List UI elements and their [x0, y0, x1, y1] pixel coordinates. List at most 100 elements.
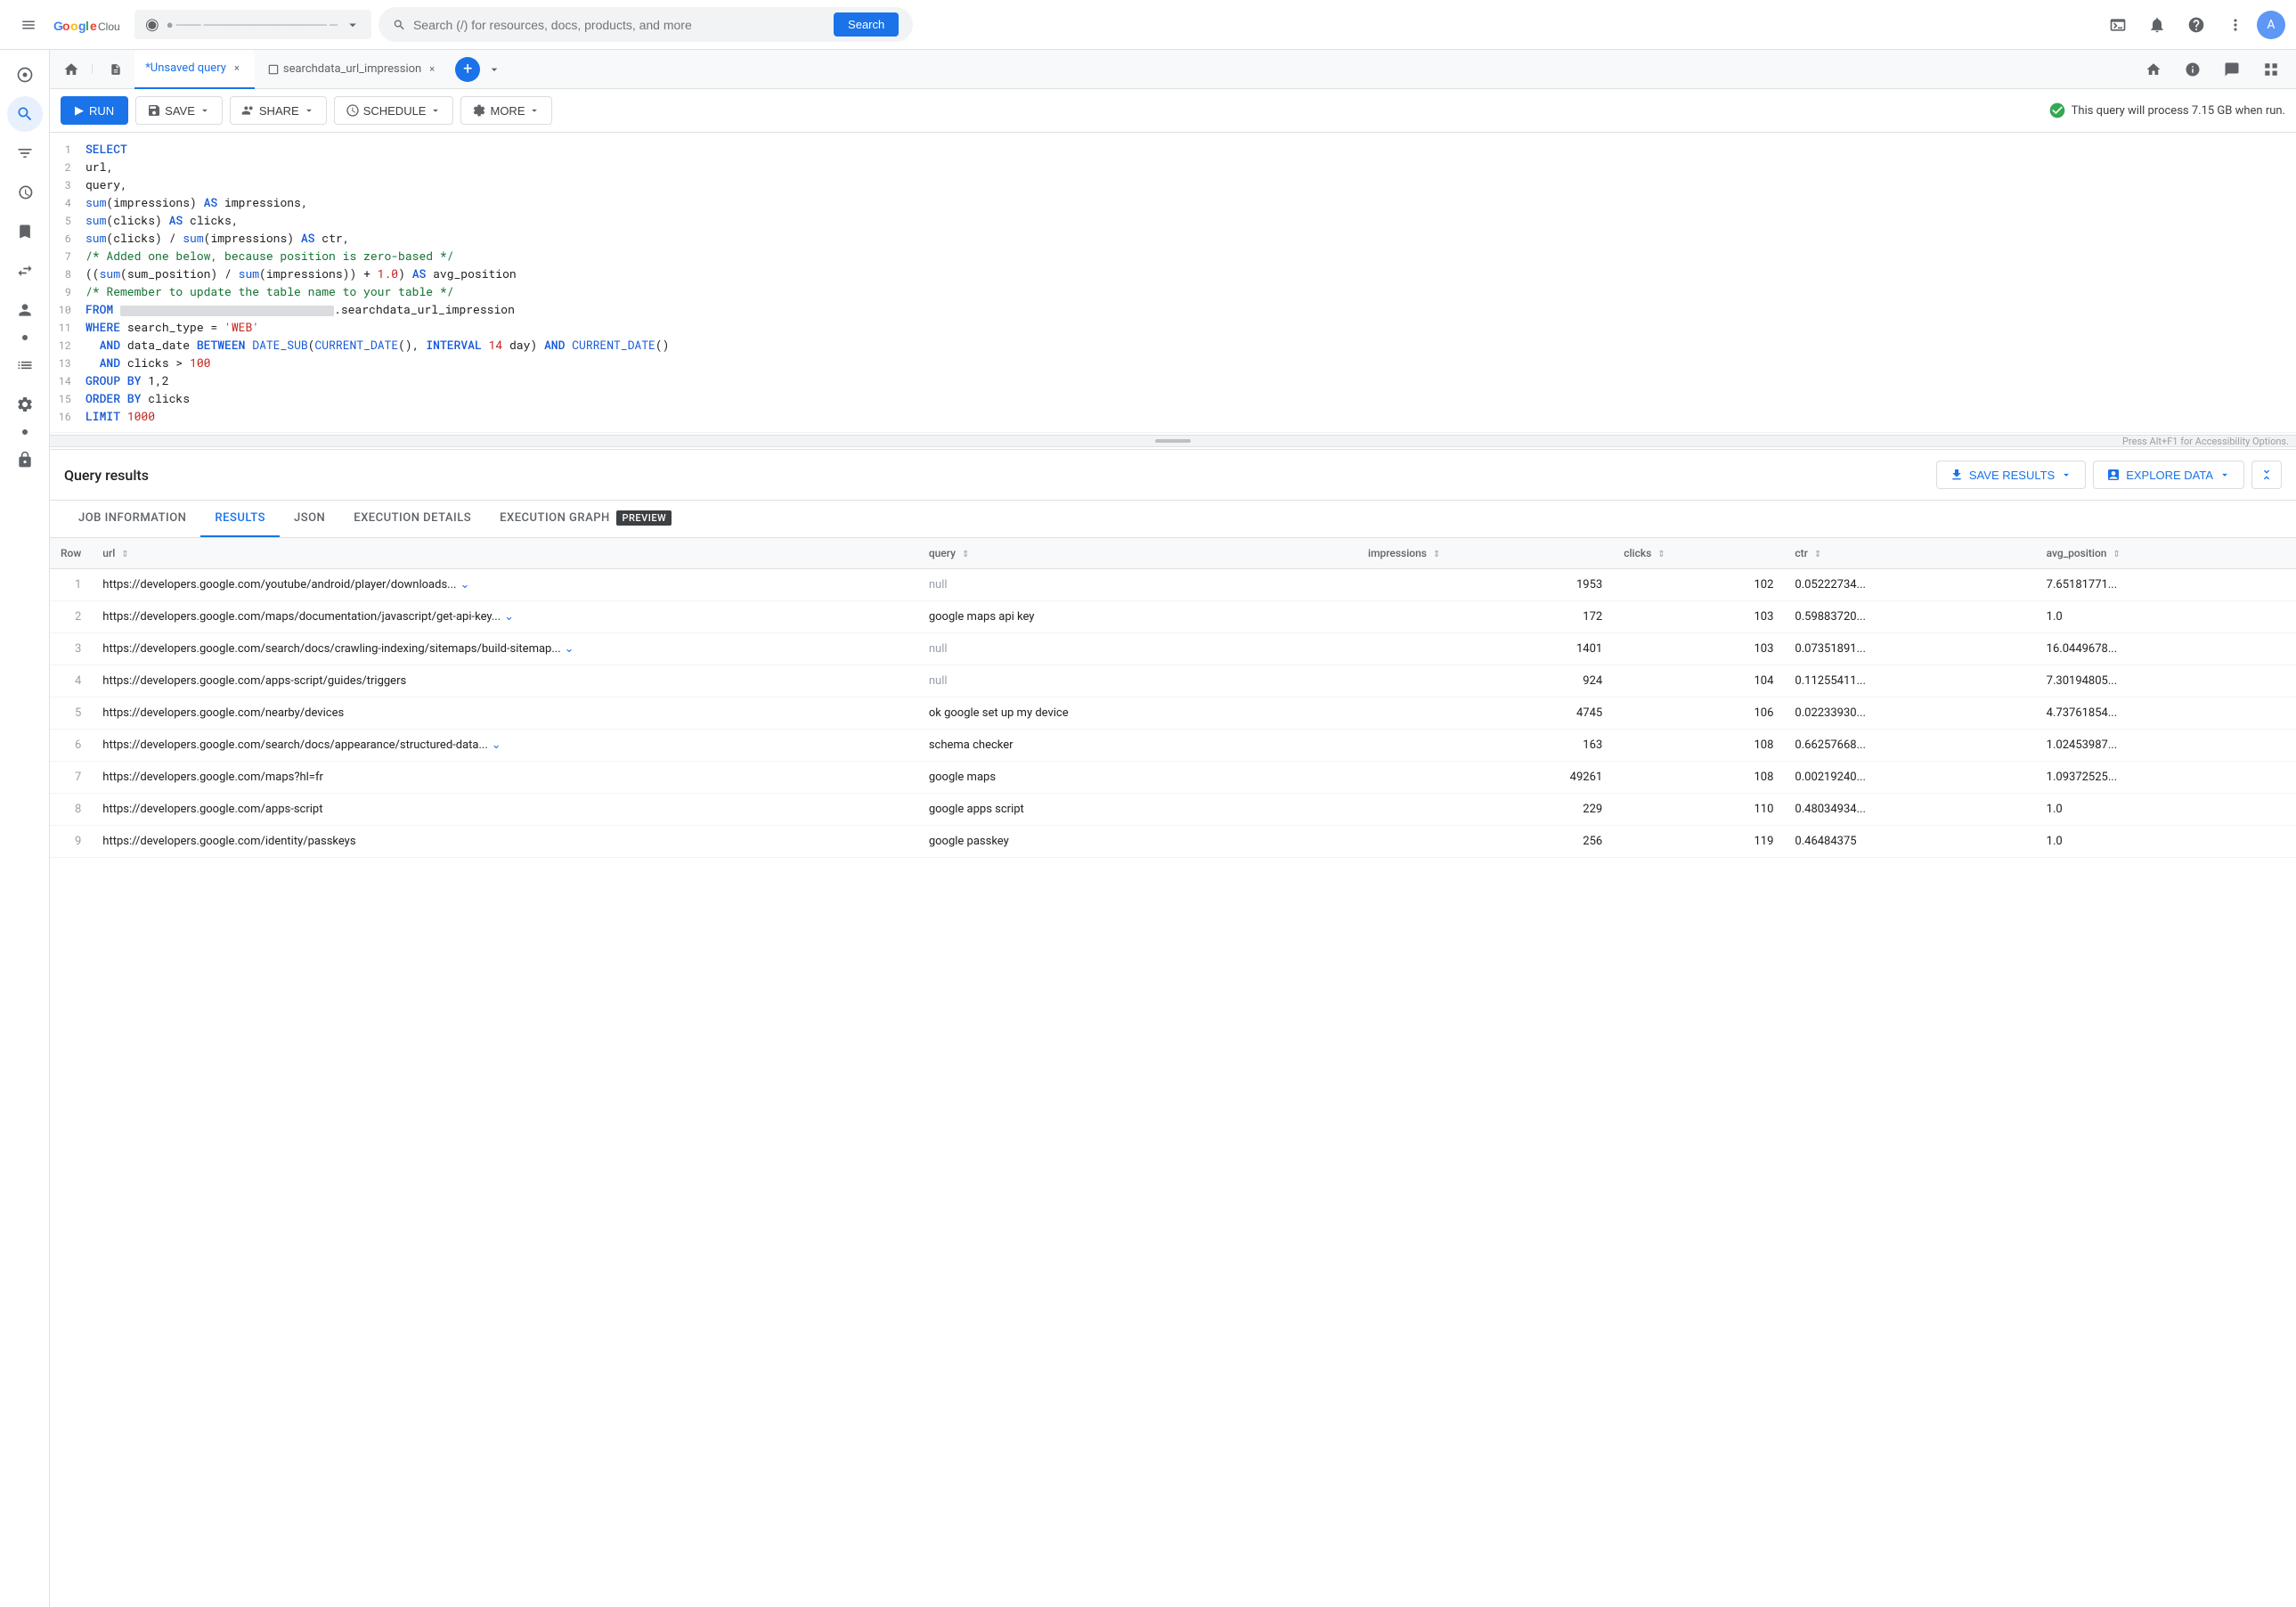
more-options-icon[interactable]: [2218, 7, 2253, 43]
impressions-sort-icon: ⇕: [1433, 550, 1440, 559]
cell-row-num: 7: [50, 762, 92, 794]
results-header: Query results SAVE RESULTS EXPLORE DATA: [50, 450, 2296, 501]
code-line-3: 3 query,: [50, 175, 2296, 193]
cell-impressions: 229: [1357, 794, 1613, 826]
tab-job-information[interactable]: JOB INFORMATION: [64, 501, 200, 537]
code-line-7: 7 /* Added one below, because position i…: [50, 247, 2296, 265]
share-button[interactable]: SHARE: [230, 96, 327, 125]
project-selector[interactable]: ◉ ● ─── ─────────────── ─: [134, 10, 371, 39]
svg-text:Cloud: Cloud: [98, 20, 120, 33]
cell-url: https://developers.google.com/youtube/an…: [92, 569, 918, 601]
help-icon[interactable]: [2178, 7, 2214, 43]
settings-sidebar-icon[interactable]: [7, 387, 43, 422]
tab-grid-icon[interactable]: [2253, 52, 2289, 87]
cell-query: null: [918, 665, 1357, 697]
add-tab-button[interactable]: +: [455, 57, 480, 82]
expand-results-button[interactable]: [2251, 461, 2282, 489]
content-area: | *Unsaved query × searchdata_url_impres…: [50, 50, 2296, 1607]
col-impressions[interactable]: impressions ⇕: [1357, 538, 1613, 569]
cell-avg-position: 1.0: [2036, 601, 2296, 633]
code-line-6: 6 sum(clicks) / sum(impressions) AS ctr,: [50, 229, 2296, 247]
results-panel: Query results SAVE RESULTS EXPLORE DATA: [50, 449, 2296, 859]
code-line-15: 15 ORDER BY clicks: [50, 389, 2296, 407]
save-results-button[interactable]: SAVE RESULTS: [1936, 461, 2086, 489]
results-table-container[interactable]: Row url ⇕ query ⇕ impressions ⇕ clicks ⇕…: [50, 538, 2296, 859]
list-sidebar-icon[interactable]: [7, 347, 43, 383]
code-line-9: 9 /* Remember to update the table name t…: [50, 282, 2296, 300]
lock-icon[interactable]: [7, 442, 43, 477]
cell-ctr: 0.07351891...: [1784, 633, 2035, 665]
bigquery-home-icon[interactable]: [7, 57, 43, 93]
col-query[interactable]: query ⇕: [918, 538, 1357, 569]
url-expand-icon[interactable]: ⌄: [504, 610, 514, 624]
col-url[interactable]: url ⇕: [92, 538, 918, 569]
cell-row-num: 8: [50, 794, 92, 826]
cell-query: schema checker: [918, 730, 1357, 762]
cell-row-num: 4: [50, 665, 92, 697]
url-expand-icon[interactable]: ⌄: [565, 642, 574, 656]
resize-handle[interactable]: [50, 435, 2296, 447]
more-button[interactable]: MORE: [460, 96, 552, 125]
tab-results[interactable]: RESULTS: [200, 501, 280, 537]
tab-chat-icon[interactable]: [2214, 52, 2250, 87]
code-line-1: 1 SELECT: [50, 140, 2296, 158]
schedule-button[interactable]: SCHEDULE: [334, 96, 454, 125]
filter-icon[interactable]: [7, 135, 43, 171]
transfer-icon[interactable]: [7, 253, 43, 289]
url-expand-icon[interactable]: ⌄: [492, 738, 501, 752]
history-sidebar-icon[interactable]: [7, 175, 43, 210]
tab-execution-graph[interactable]: EXECUTION GRAPH PREVIEW: [485, 501, 686, 537]
tab-bar: | *Unsaved query × searchdata_url_impres…: [50, 50, 2296, 89]
cell-row-num: 2: [50, 601, 92, 633]
bookmark-icon[interactable]: [7, 214, 43, 249]
tab-execution-details[interactable]: EXECUTION DETAILS: [339, 501, 485, 537]
code-line-8: 8 ((sum(sum_position) / sum(impressions)…: [50, 265, 2296, 282]
sql-editor[interactable]: 1 SELECT 2 url, 3 query, 4 sum(impressio…: [50, 133, 2296, 432]
tab-unsaved-close[interactable]: ×: [230, 61, 244, 76]
col-row: Row: [50, 538, 92, 569]
cell-url: https://developers.google.com/protocol-b…: [92, 858, 918, 860]
tab-unsaved-query[interactable]: *Unsaved query ×: [134, 50, 255, 89]
cell-ctr: 0.59883720...: [1784, 601, 2035, 633]
tab-home-icon[interactable]: [57, 55, 85, 84]
cell-url: https://developers.google.com/nearby/dev…: [92, 697, 918, 730]
person-icon[interactable]: [7, 292, 43, 328]
search-sidebar-icon[interactable]: [7, 96, 43, 132]
tab-info-icon[interactable]: [2175, 52, 2211, 87]
cell-avg-position: 1.0: [2036, 794, 2296, 826]
clicks-sort-icon: ⇕: [1657, 550, 1665, 559]
divider-dot: [22, 335, 28, 340]
cell-impressions: 924: [1357, 665, 1613, 697]
search-button[interactable]: Search: [834, 12, 899, 37]
global-search-bar[interactable]: Search: [379, 7, 913, 42]
cell-row-num: 1: [50, 569, 92, 601]
tab-home-link-icon[interactable]: [2136, 52, 2171, 87]
cell-url: https://developers.google.com/maps?hl=fr: [92, 762, 918, 794]
cell-avg-position: 7.81259150...: [2036, 858, 2296, 860]
tab-searchdata-close[interactable]: ×: [425, 62, 439, 77]
notifications-icon[interactable]: [2139, 7, 2175, 43]
save-button[interactable]: SAVE: [135, 96, 223, 125]
menu-icon[interactable]: [11, 7, 46, 43]
tab-more-button[interactable]: [482, 57, 507, 82]
cell-ctr: 0.46484375: [1784, 826, 2035, 858]
cell-query: null: [918, 633, 1357, 665]
url-expand-icon[interactable]: ⌄: [460, 578, 469, 591]
tab-searchdata[interactable]: searchdata_url_impression ×: [256, 50, 450, 89]
cell-query: null: [918, 858, 1357, 860]
search-input[interactable]: [413, 18, 826, 32]
col-ctr[interactable]: ctr ⇕: [1784, 538, 2035, 569]
col-clicks[interactable]: clicks ⇕: [1613, 538, 1784, 569]
table-row: 7 https://developers.google.com/maps?hl=…: [50, 762, 2296, 794]
navbar-action-icons: A: [2100, 7, 2285, 43]
tab-close-unsaved[interactable]: [99, 50, 133, 89]
run-button[interactable]: ▶ RUN: [61, 96, 128, 125]
google-cloud-logo[interactable]: G o o g l e Cloud: [53, 14, 120, 36]
tab-json[interactable]: JSON: [280, 501, 339, 537]
cell-ctr: 0.02233930...: [1784, 697, 2035, 730]
explore-data-button[interactable]: EXPLORE DATA: [2093, 461, 2244, 489]
col-avg-position[interactable]: avg_position ⇕: [2036, 538, 2296, 569]
cell-query: ok google set up my device: [918, 697, 1357, 730]
terminal-icon[interactable]: [2100, 7, 2136, 43]
avatar[interactable]: A: [2257, 11, 2285, 39]
